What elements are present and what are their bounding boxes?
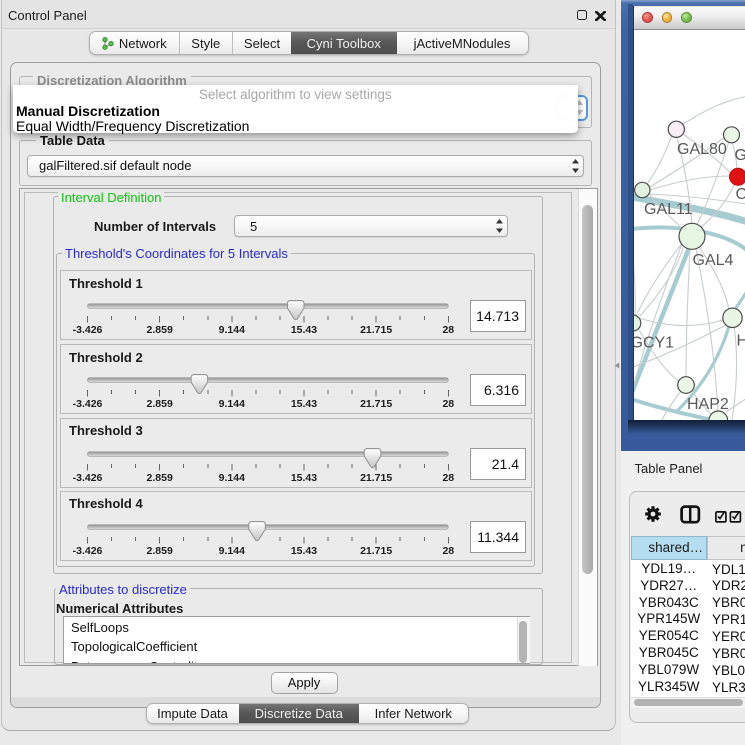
svg-text:21.715: 21.715 <box>360 472 392 484</box>
svg-text:21.715: 21.715 <box>360 398 392 410</box>
svg-text:HIS: HIS <box>736 332 745 349</box>
svg-text:-3.426: -3.426 <box>73 472 103 484</box>
svg-text:15.43: 15.43 <box>291 472 317 484</box>
svg-text:CRM: CRM <box>735 186 745 203</box>
svg-text:GAL11: GAL11 <box>644 201 693 218</box>
svg-text:GAL80: GAL80 <box>677 141 727 158</box>
svg-text:21.715: 21.715 <box>360 324 392 336</box>
svg-text:9.144: 9.144 <box>219 472 245 484</box>
svg-text:2.859: 2.859 <box>147 472 173 484</box>
svg-text:28: 28 <box>442 472 454 484</box>
svg-text:28: 28 <box>442 545 454 557</box>
svg-text:2.859: 2.859 <box>147 398 173 410</box>
svg-text:GAL4: GAL4 <box>692 252 733 269</box>
svg-text:15.43: 15.43 <box>291 324 317 336</box>
svg-text:9.144: 9.144 <box>219 398 245 410</box>
svg-text:GAL7: GAL7 <box>734 147 745 164</box>
svg-text:GCY1: GCY1 <box>634 334 674 351</box>
svg-text:9.144: 9.144 <box>219 324 245 336</box>
svg-text:28: 28 <box>442 398 454 410</box>
svg-text:15.43: 15.43 <box>291 545 317 557</box>
svg-text:2.859: 2.859 <box>147 545 173 557</box>
svg-text:-3.426: -3.426 <box>73 324 103 336</box>
svg-text:2.859: 2.859 <box>147 324 173 336</box>
svg-text:15.43: 15.43 <box>291 398 317 410</box>
svg-text:21.715: 21.715 <box>360 545 392 557</box>
svg-text:9.144: 9.144 <box>219 545 245 557</box>
svg-text:-3.426: -3.426 <box>73 398 103 410</box>
svg-text:28: 28 <box>442 324 454 336</box>
svg-text:HAP2: HAP2 <box>687 396 729 413</box>
svg-text:-3.426: -3.426 <box>73 545 103 557</box>
